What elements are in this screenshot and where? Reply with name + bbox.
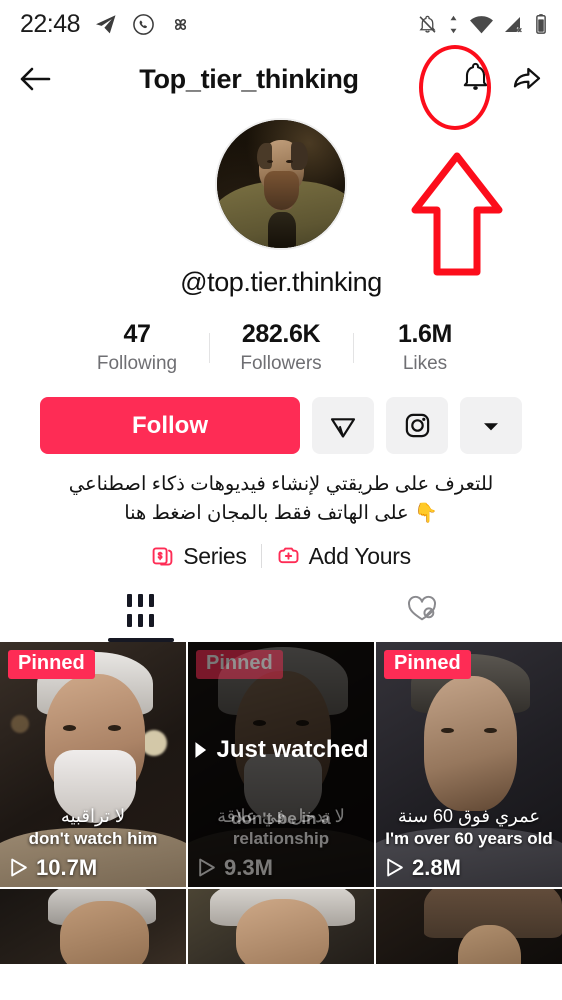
- send-message-icon: [330, 417, 356, 438]
- just-watched-text: Just watched: [216, 735, 369, 763]
- video-thumbnail[interactable]: [188, 888, 374, 964]
- add-yours-camera-icon: [278, 547, 299, 564]
- pinned-badge: Pinned: [8, 649, 95, 679]
- play-icon: [199, 858, 215, 877]
- play-small-icon: [195, 741, 207, 758]
- cellular-off-icon: [505, 16, 523, 33]
- wifi-icon: [470, 15, 493, 33]
- more-options-button[interactable]: [460, 397, 522, 454]
- video-thumbnail[interactable]: [376, 888, 562, 964]
- profile-handle: @top.tier.thinking: [180, 267, 382, 297]
- video-caption-english: don't watch him: [28, 828, 158, 848]
- notification-bell-icon: [463, 62, 488, 90]
- stat-likes-label: Likes: [402, 353, 448, 374]
- header-actions: [434, 60, 544, 98]
- add-yours-label: Add Yours: [308, 542, 411, 569]
- video-thumbnail-image: [376, 888, 562, 964]
- data-transfer-icon: [450, 15, 457, 33]
- play-icon: [387, 858, 403, 877]
- follow-button[interactable]: Follow: [40, 397, 300, 454]
- share-arrow-icon: [513, 67, 541, 89]
- video-thumbnail[interactable]: [0, 888, 186, 964]
- video-views: 2.8M: [384, 855, 461, 881]
- instagram-button[interactable]: [386, 397, 448, 454]
- profile-stats: 47 Following 282.6K Followers 1.6M Likes: [0, 320, 562, 375]
- avatar-hair-right: [291, 141, 308, 170]
- video-views-count: 9.3M: [224, 854, 273, 880]
- grid-videos-icon: [127, 593, 154, 627]
- play-icon: [11, 858, 27, 877]
- status-bar-right: [417, 13, 548, 35]
- video-caption-english: I'm over 60 years old: [385, 828, 553, 848]
- stat-following-label: Following: [96, 353, 178, 374]
- stat-followers-value: 282.6K: [241, 320, 321, 348]
- video-thumbnail-image: [188, 888, 374, 964]
- pinwheel-icon: [175, 18, 187, 30]
- page-title: Top_tier_thinking: [139, 63, 359, 94]
- video-views-count: 10.7M: [36, 854, 98, 880]
- share-button[interactable]: [510, 61, 544, 98]
- profile-tabs: [0, 588, 562, 642]
- back-arrow-icon: [20, 67, 51, 91]
- pointing-down-emoji: 👇: [414, 503, 438, 525]
- back-button[interactable]: [18, 64, 64, 94]
- tab-videos[interactable]: [0, 588, 281, 642]
- video-caption-arabic: عمري فوق 60 سنة: [397, 805, 541, 826]
- chevron-down-icon: [484, 422, 498, 430]
- battery-icon: [536, 14, 546, 34]
- bio-line-2: على الهاتف فقط بالمجان اضغط هنا: [124, 502, 409, 525]
- avatar-hair-left: [256, 143, 273, 169]
- instagram-icon: [405, 413, 429, 438]
- video-views: 9.3M: [196, 855, 273, 881]
- bio-line-2-wrap: 👇 على الهاتف فقط بالمجان اضغط هنا: [38, 499, 524, 529]
- status-bar-left: 22:48: [20, 10, 192, 39]
- video-thumbnail[interactable]: Pinned لا تراقبيه don't watch him 10.7M: [0, 641, 186, 887]
- status-bar-clock: 22:48: [20, 9, 81, 38]
- add-yours-link[interactable]: Add Yours: [276, 543, 411, 570]
- stat-likes[interactable]: 1.6M Likes: [354, 320, 497, 375]
- profile-links-row: Series Add Yours: [0, 543, 562, 570]
- avatar-collar: [268, 212, 297, 248]
- video-caption-english: don't be in a relationship: [231, 808, 331, 848]
- links-divider: [260, 544, 262, 569]
- video-thumbnail[interactable]: Pinned Just watched لا تدخل في علاقة don…: [188, 641, 374, 887]
- whatsapp-icon: [133, 13, 154, 35]
- video-thumbnail-image: [0, 888, 186, 964]
- avatar[interactable]: [215, 118, 347, 250]
- video-grid: Pinned لا تراقبيه don't watch him 10.7M: [0, 641, 562, 964]
- series-label: Series: [183, 542, 247, 569]
- stat-following[interactable]: 47 Following: [66, 320, 209, 375]
- notification-bell-button[interactable]: [459, 60, 492, 98]
- profile-actions: Follow: [0, 397, 562, 454]
- heart-hidden-icon: [407, 595, 436, 621]
- series-link[interactable]: Series: [151, 542, 247, 570]
- avatar-container: [0, 118, 562, 250]
- pinned-badge: Pinned: [384, 649, 471, 679]
- profile-header: Top_tier_thinking: [0, 48, 562, 110]
- video-caption-arabic: لا تراقبيه: [60, 805, 126, 826]
- status-bar: 22:48: [0, 0, 562, 48]
- tiktok-profile-screen: 22:48 Top_tier_thinking @top.tier.thinki…: [0, 0, 562, 1000]
- just-watched-label: Just watched: [188, 736, 374, 764]
- video-views: 10.7M: [8, 855, 97, 881]
- series-cards-icon: [152, 547, 173, 566]
- avatar-eye-right: [286, 159, 293, 163]
- tab-liked-private[interactable]: [281, 588, 562, 642]
- message-button[interactable]: [312, 397, 374, 454]
- pinned-badge: Pinned: [196, 649, 283, 679]
- avatar-beard: [264, 171, 299, 210]
- stat-following-value: 47: [123, 320, 151, 348]
- stat-followers[interactable]: 282.6K Followers: [210, 320, 353, 375]
- profile-bio[interactable]: للتعرف على طريقتي لإنشاء فيديوهات ذكاء ا…: [0, 470, 562, 529]
- video-views-count: 2.8M: [412, 854, 461, 880]
- notifications-off-icon: [419, 15, 436, 33]
- telegram-icon: [96, 15, 116, 34]
- video-thumbnail[interactable]: Pinned عمري فوق 60 سنة I'm over 60 years…: [376, 641, 562, 887]
- stat-likes-value: 1.6M: [398, 320, 452, 348]
- stat-followers-label: Followers: [240, 353, 322, 374]
- bio-line-1: للتعرف على طريقتي لإنشاء فيديوهات ذكاء ا…: [68, 473, 494, 495]
